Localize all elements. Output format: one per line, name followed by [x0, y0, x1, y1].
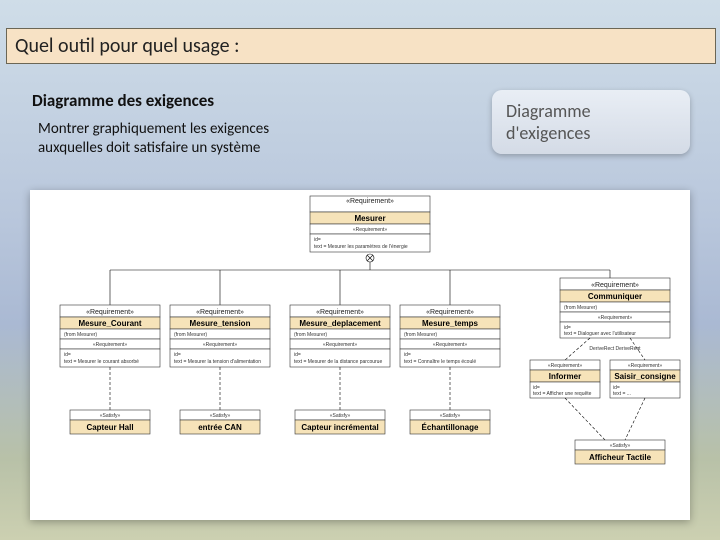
- req-row: «Requirement» Mesure_Courant (from Mesur…: [60, 305, 500, 367]
- svg-text:Capteur incrémental: Capteur incrémental: [301, 423, 378, 432]
- svg-text:Mesure_Courant: Mesure_Courant: [78, 319, 141, 328]
- block-afficheur-tactile: «Satisfy» Afficheur Tactile: [575, 440, 665, 464]
- req-mesure-courant: «Requirement» Mesure_Courant (from Mesur…: [60, 305, 160, 367]
- svg-text:Échantillonage: Échantillonage: [422, 423, 479, 432]
- svg-text:id=: id=: [64, 352, 71, 358]
- svg-text:(from Mesurer): (from Mesurer): [564, 305, 597, 311]
- req-saisir-consigne: «Requirement» Saisir_consigne id= text =…: [610, 360, 680, 398]
- diagram-name-heading: Diagramme des exigences: [32, 90, 214, 111]
- svg-text:«Satisfy»: «Satisfy»: [210, 413, 231, 419]
- svg-text:Saisir_consigne: Saisir_consigne: [614, 372, 676, 381]
- svg-text:«Satisfy»: «Satisfy»: [100, 413, 121, 419]
- svg-text:«Requirement»: «Requirement»: [426, 309, 474, 316]
- svg-text:«Requirement»: «Requirement»: [353, 227, 387, 233]
- block-capteur-incremental: «Satisfy» Capteur incrémental: [295, 410, 385, 434]
- svg-text:«Requirement»: «Requirement»: [346, 198, 394, 205]
- svg-text:entrée CAN: entrée CAN: [198, 423, 242, 432]
- containment-lines: [110, 254, 610, 305]
- svg-text:«Requirement»: «Requirement»: [598, 315, 632, 321]
- desc-line2: auxquelles doit satisfaire un système: [38, 139, 260, 157]
- slide-title: Quel outil pour quel usage :: [15, 34, 239, 58]
- svg-text:text = Afficher une requête: text = Afficher une requête: [533, 391, 592, 397]
- desc-line1: Montrer graphiquement les exigences: [38, 120, 269, 138]
- svg-text:Mesure_tension: Mesure_tension: [190, 319, 251, 328]
- svg-text:«Requirement»: «Requirement»: [591, 282, 639, 289]
- svg-text:id=: id=: [174, 352, 181, 358]
- svg-text:Mesure_temps: Mesure_temps: [422, 319, 479, 328]
- svg-text:Capteur Hall: Capteur Hall: [86, 423, 133, 432]
- req-root: «Requirement» Mesurer «Requirement» id= …: [310, 196, 430, 252]
- svg-text:id=: id=: [294, 352, 301, 358]
- satisfy-lines: [110, 367, 450, 410]
- svg-text:(from Mesurer): (from Mesurer): [404, 332, 437, 338]
- svg-text:text = Dialoguer avec l'utilis: text = Dialoguer avec l'utilisateur: [564, 331, 636, 337]
- requirement-diagram-canvas: «Requirement» Mesurer «Requirement» id= …: [30, 190, 690, 520]
- req-mesure-tension: «Requirement» Mesure_tension (from Mesur…: [170, 305, 270, 367]
- block-entree-can: «Satisfy» entrée CAN: [180, 410, 260, 434]
- req-communiquer: «Requirement» Communiquer (from Mesurer)…: [560, 278, 670, 338]
- block-echantillonage: «Satisfy» Échantillonage: [410, 410, 490, 434]
- svg-text:text = Mesurer la tension d'al: text = Mesurer la tension d'alimentation: [174, 359, 261, 365]
- svg-text:«Satisfy»: «Satisfy»: [330, 413, 351, 419]
- derive-label: DeriveRect DeriveReqt: [589, 346, 641, 352]
- svg-text:Informer: Informer: [549, 372, 581, 381]
- svg-text:Mesure_deplacement: Mesure_deplacement: [299, 319, 381, 328]
- svg-text:«Requirement»: «Requirement»: [628, 363, 662, 369]
- callout-line1: Diagramme: [506, 100, 591, 122]
- svg-text:«Requirement»: «Requirement»: [196, 309, 244, 316]
- svg-text:text = ...: text = ...: [613, 391, 631, 397]
- svg-text:«Requirement»: «Requirement»: [86, 309, 134, 316]
- svg-text:«Satisfy»: «Satisfy»: [440, 413, 461, 419]
- svg-text:text = Connaître le temps écou: text = Connaître le temps écoulé: [404, 359, 476, 365]
- svg-text:text = Mesurer les paramètres: text = Mesurer les paramètres de l'énerg…: [314, 244, 408, 250]
- req-mesure-temps: «Requirement» Mesure_temps (from Mesurer…: [400, 305, 500, 367]
- svg-text:«Requirement»: «Requirement»: [316, 309, 364, 316]
- svg-text:«Requirement»: «Requirement»: [548, 363, 582, 369]
- svg-text:(from Mesurer): (from Mesurer): [174, 332, 207, 338]
- svg-text:«Requirement»: «Requirement»: [203, 342, 237, 348]
- diagram-type-callout: Diagramme d'exigences: [492, 90, 690, 154]
- svg-text:text = Mesurer de la distance: text = Mesurer de la distance parcourue: [294, 359, 382, 365]
- svg-text:Communiquer: Communiquer: [588, 292, 642, 301]
- svg-text:«Requirement»: «Requirement»: [93, 342, 127, 348]
- svg-text:(from Mesurer): (from Mesurer): [64, 332, 97, 338]
- callout-line2: d'exigences: [506, 122, 590, 144]
- svg-text:«Satisfy»: «Satisfy»: [610, 443, 631, 449]
- svg-text:text = Mesurer le courant abso: text = Mesurer le courant absorbé: [64, 359, 139, 365]
- svg-text:«Requirement»: «Requirement»: [433, 342, 467, 348]
- svg-text:Mesurer: Mesurer: [354, 214, 385, 223]
- svg-text:(from Mesurer): (from Mesurer): [294, 332, 327, 338]
- req-informer: «Requirement» Informer id= text = Affich…: [530, 360, 600, 398]
- diagram-svg: «Requirement» Mesurer «Requirement» id= …: [30, 190, 690, 520]
- diagram-description: Montrer graphiquement les exigences auxq…: [38, 120, 388, 158]
- block-capteur-hall: «Satisfy» Capteur Hall: [70, 410, 150, 434]
- req-mesure-deplacement: «Requirement» Mesure_deplacement (from M…: [290, 305, 390, 367]
- svg-text:id=: id=: [314, 237, 321, 243]
- slide-title-bar: Quel outil pour quel usage :: [6, 28, 716, 64]
- svg-text:id=: id=: [404, 352, 411, 358]
- svg-text:«Requirement»: «Requirement»: [323, 342, 357, 348]
- svg-text:Afficheur Tactile: Afficheur Tactile: [589, 453, 652, 462]
